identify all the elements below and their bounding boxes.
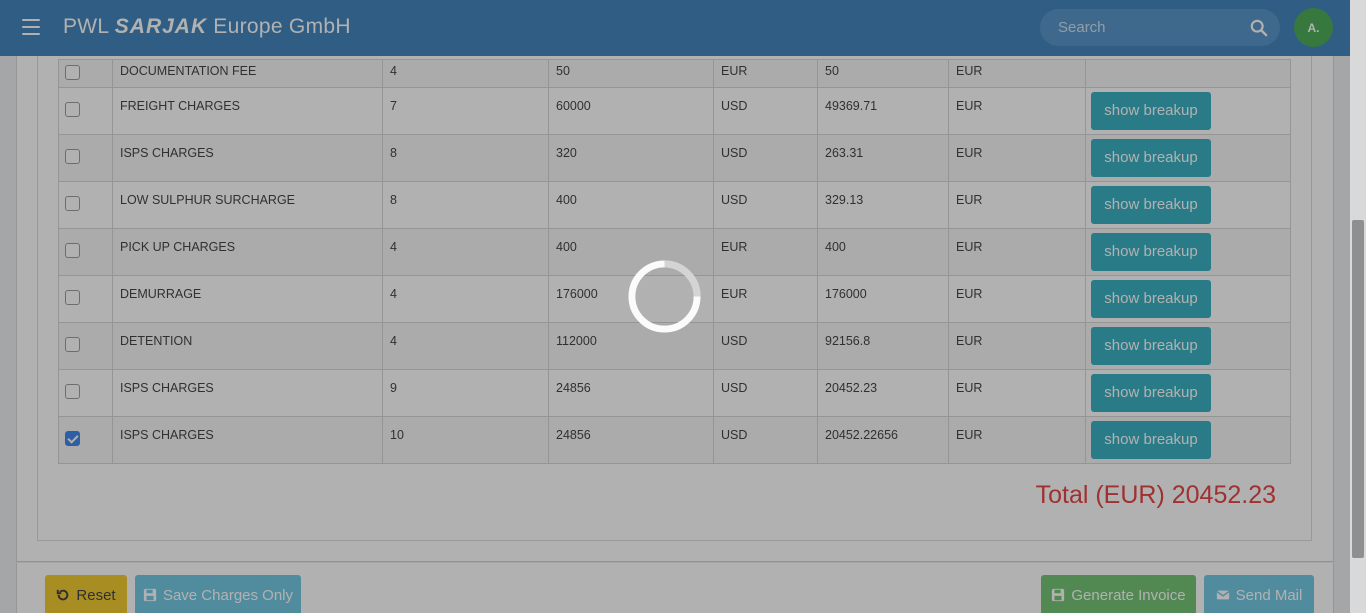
page-scrollbar[interactable] (1350, 0, 1366, 613)
loading-spinner-icon (628, 260, 701, 333)
scrollbar-thumb[interactable] (1352, 220, 1364, 558)
